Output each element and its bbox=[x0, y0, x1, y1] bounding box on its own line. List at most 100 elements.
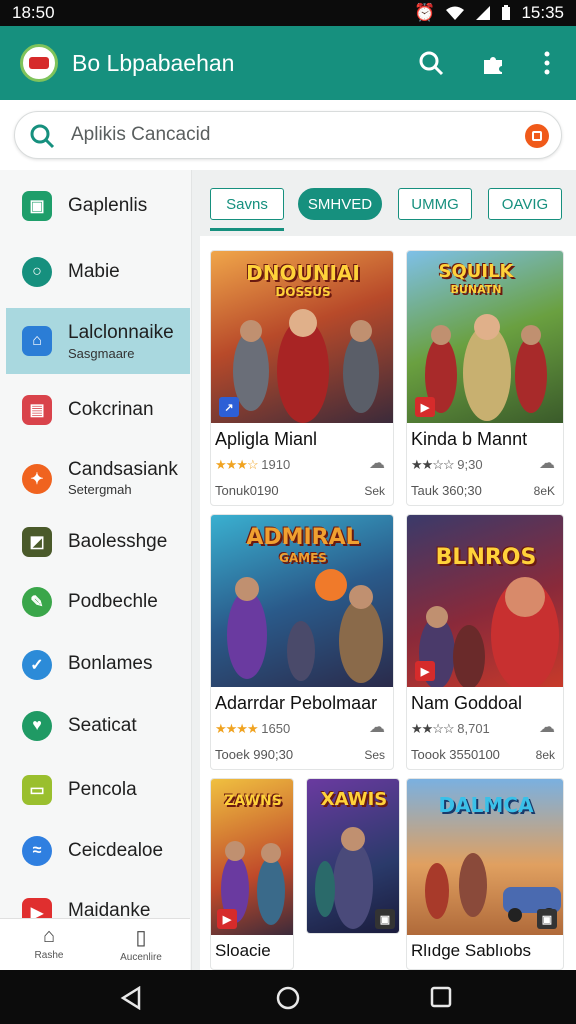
sidebar-item-1[interactable]: ○ Mabie bbox=[0, 242, 190, 302]
bottom-tab-clipboard[interactable]: ▯ Aucenlire bbox=[106, 925, 176, 963]
sidebar-item-sublabel: Sasgmaare bbox=[68, 346, 135, 361]
sidebar-item-sublabel: Setergmah bbox=[68, 482, 132, 497]
rating-count: 1650 bbox=[261, 721, 291, 736]
app-name: Kinda b Mannt bbox=[411, 429, 528, 449]
app-rating: ★★★☆ 1910 bbox=[215, 457, 290, 473]
app-title: Bo Lbpabaehan bbox=[72, 50, 235, 76]
cloud-download-icon[interactable]: ☁ bbox=[369, 453, 385, 473]
voice-search-button[interactable] bbox=[525, 124, 549, 148]
app-card[interactable]: ZAWNS ▶ Sloacie bbox=[210, 778, 294, 970]
recents-icon[interactable] bbox=[430, 986, 452, 1008]
app-card[interactable]: XAWIS ▣ bbox=[306, 778, 400, 934]
sidebar-item-0[interactable]: ▣ Gaplenlis bbox=[0, 176, 190, 236]
app-card[interactable]: SQUILK BUNATN ▶ Kinda b Mannt ★★☆☆ 9;30 … bbox=[406, 250, 564, 506]
search-icon bbox=[419, 51, 444, 76]
home-circle-icon[interactable] bbox=[276, 986, 300, 1010]
sidebar-item-label: Ceicdealoe bbox=[68, 840, 164, 861]
app-artwork: SQUILK BUNATN ▶ bbox=[407, 251, 563, 423]
calendar-icon: ▣ bbox=[22, 191, 52, 221]
store-badge-icon: ▣ bbox=[537, 909, 557, 929]
store-badge-icon: ↗ bbox=[219, 397, 239, 417]
sidebar-item-6[interactable]: ✎ Podbechle bbox=[0, 572, 190, 632]
image-icon: ▤ bbox=[22, 395, 52, 425]
app-name: Nam Goddoal bbox=[411, 693, 523, 713]
bottom-tab-home[interactable]: ⌂ Rashe bbox=[14, 925, 84, 961]
sidebar-item-3[interactable]: ▤ Cokcrinan bbox=[0, 380, 190, 440]
active-tab-indicator bbox=[210, 228, 284, 231]
app-bar: Bo Lbpabaehan bbox=[0, 26, 576, 100]
sidebar-item-label: Mabie bbox=[68, 261, 120, 282]
search-input[interactable]: Aplikis Cancacid bbox=[71, 124, 210, 146]
star-rating-icon: ★★☆☆ bbox=[411, 457, 455, 472]
app-size: Sek bbox=[364, 484, 385, 498]
clipboard-icon: ▯ bbox=[135, 927, 147, 949]
bottom-tab-label: Rashe bbox=[34, 950, 64, 961]
art-title: DALMCA bbox=[438, 793, 534, 817]
sidebar-item-8[interactable]: ♥ Seaticat bbox=[0, 695, 190, 755]
chat-icon: ✎ bbox=[22, 587, 52, 617]
art-title: BLNROS bbox=[435, 545, 537, 570]
store-badge-icon: ▣ bbox=[375, 909, 395, 929]
star-rating-icon: ★★★☆ bbox=[215, 457, 259, 472]
sidebar-item-label: Pencola bbox=[68, 779, 137, 800]
star-rating-icon: ★★★★ bbox=[215, 721, 259, 736]
sidebar-item-9[interactable]: ▭ Pencola bbox=[0, 760, 190, 820]
search-button[interactable] bbox=[416, 48, 446, 78]
app-artwork: DNOUNIAI DOSSUS ↗ bbox=[211, 251, 393, 423]
puzzle-icon bbox=[484, 57, 502, 74]
search-icon: ○ bbox=[22, 257, 52, 287]
cloud-download-icon[interactable]: ☁ bbox=[539, 453, 555, 473]
store-badge-icon: ▶ bbox=[415, 661, 435, 681]
app-artwork: ZAWNS ▶ bbox=[211, 779, 293, 935]
signal-icon bbox=[476, 6, 491, 20]
sidebar-item-7[interactable]: ✓ Bonlames bbox=[0, 632, 190, 692]
art-title: DNOUNIAI bbox=[246, 261, 360, 285]
app-downloads: Tauk 360;30 bbox=[411, 483, 482, 498]
app-rating: ★★☆☆ 8,701 bbox=[411, 721, 490, 737]
app-card[interactable]: DALMCA ▣ Rlıdge Sablıobs bbox=[406, 778, 564, 970]
mic-icon bbox=[532, 131, 542, 141]
app-artwork: BLNROS ▶ bbox=[407, 515, 563, 687]
star-rating-icon: ★★☆☆ bbox=[411, 721, 455, 736]
app-downloads: Toook 3550100 bbox=[411, 747, 500, 762]
store-badge-icon: ▶ bbox=[217, 909, 237, 929]
tab-ummg[interactable]: UMMG bbox=[398, 188, 472, 220]
bottom-tab-label: Aucenlire bbox=[120, 952, 162, 963]
sidebar-item-label: Seaticat bbox=[68, 715, 137, 736]
tab-oavig[interactable]: OAVIG bbox=[488, 188, 562, 220]
sidebar: ▣ Gaplenlis ○ Mabie ⌂ Lalclonnaike Sasgm… bbox=[0, 170, 192, 970]
tab-savns[interactable]: Savns bbox=[210, 188, 284, 220]
tab-smhved[interactable]: SMHVED bbox=[298, 188, 382, 220]
cloud-download-icon[interactable]: ☁ bbox=[369, 717, 385, 737]
app-card[interactable]: BLNROS ▶ Nam Goddoal ★★☆☆ 8,701 ☁ Toook … bbox=[406, 514, 564, 770]
app-downloads: Tonuk0190 bbox=[215, 483, 279, 498]
sidebar-bottom-tabs: ⌂ Rashe ▯ Aucenlire bbox=[0, 918, 190, 970]
status-icons: ⏰ 15:35 bbox=[414, 3, 564, 23]
app-card[interactable]: DNOUNIAI DOSSUS ↗ Apligla Mianl ★★★☆ 191… bbox=[210, 250, 394, 506]
sidebar-item-label: Lalclonnaike bbox=[68, 322, 174, 343]
sidebar-item-label: Candsasiank bbox=[68, 459, 178, 480]
app-size: 8ek bbox=[535, 748, 555, 762]
cloud-download-icon[interactable]: ☁ bbox=[539, 717, 555, 737]
search-icon bbox=[30, 124, 55, 149]
puzzle-button[interactable] bbox=[478, 48, 508, 78]
sidebar-item-4[interactable]: ✦ Candsasiank Setergmah bbox=[0, 446, 190, 512]
app-logo[interactable] bbox=[20, 44, 58, 82]
app-name: Sloacie bbox=[215, 941, 271, 960]
back-icon[interactable] bbox=[120, 986, 142, 1010]
art-title: ADMIRAL bbox=[246, 525, 360, 550]
sidebar-item-5[interactable]: ◩ Baolesshge bbox=[0, 512, 190, 572]
app-rating: ★★☆☆ 9;30 bbox=[411, 457, 483, 473]
battery-icon bbox=[502, 5, 511, 20]
sidebar-item-label: Bonlames bbox=[68, 653, 153, 674]
sidebar-item-2[interactable]: ⌂ Lalclonnaike Sasgmaare bbox=[6, 308, 190, 374]
main-content: Savns SMHVED UMMG OAVIG DNOUNIAI DOSSUS … bbox=[192, 170, 576, 970]
flame-icon: ✦ bbox=[22, 464, 52, 494]
search-bar[interactable]: Aplikis Cancacid bbox=[14, 111, 562, 159]
sidebar-item-10[interactable]: ≈ Ceicdealoe bbox=[0, 820, 190, 880]
wifi-icon bbox=[446, 6, 465, 20]
overflow-menu-button[interactable] bbox=[532, 48, 562, 78]
app-name: Apligla Mianl bbox=[215, 429, 318, 449]
sidebar-item-label: Podbechle bbox=[68, 591, 158, 612]
app-card[interactable]: ADMIRAL GAMES Adarrdar Pebolmaar ★★★★ 16… bbox=[210, 514, 394, 770]
